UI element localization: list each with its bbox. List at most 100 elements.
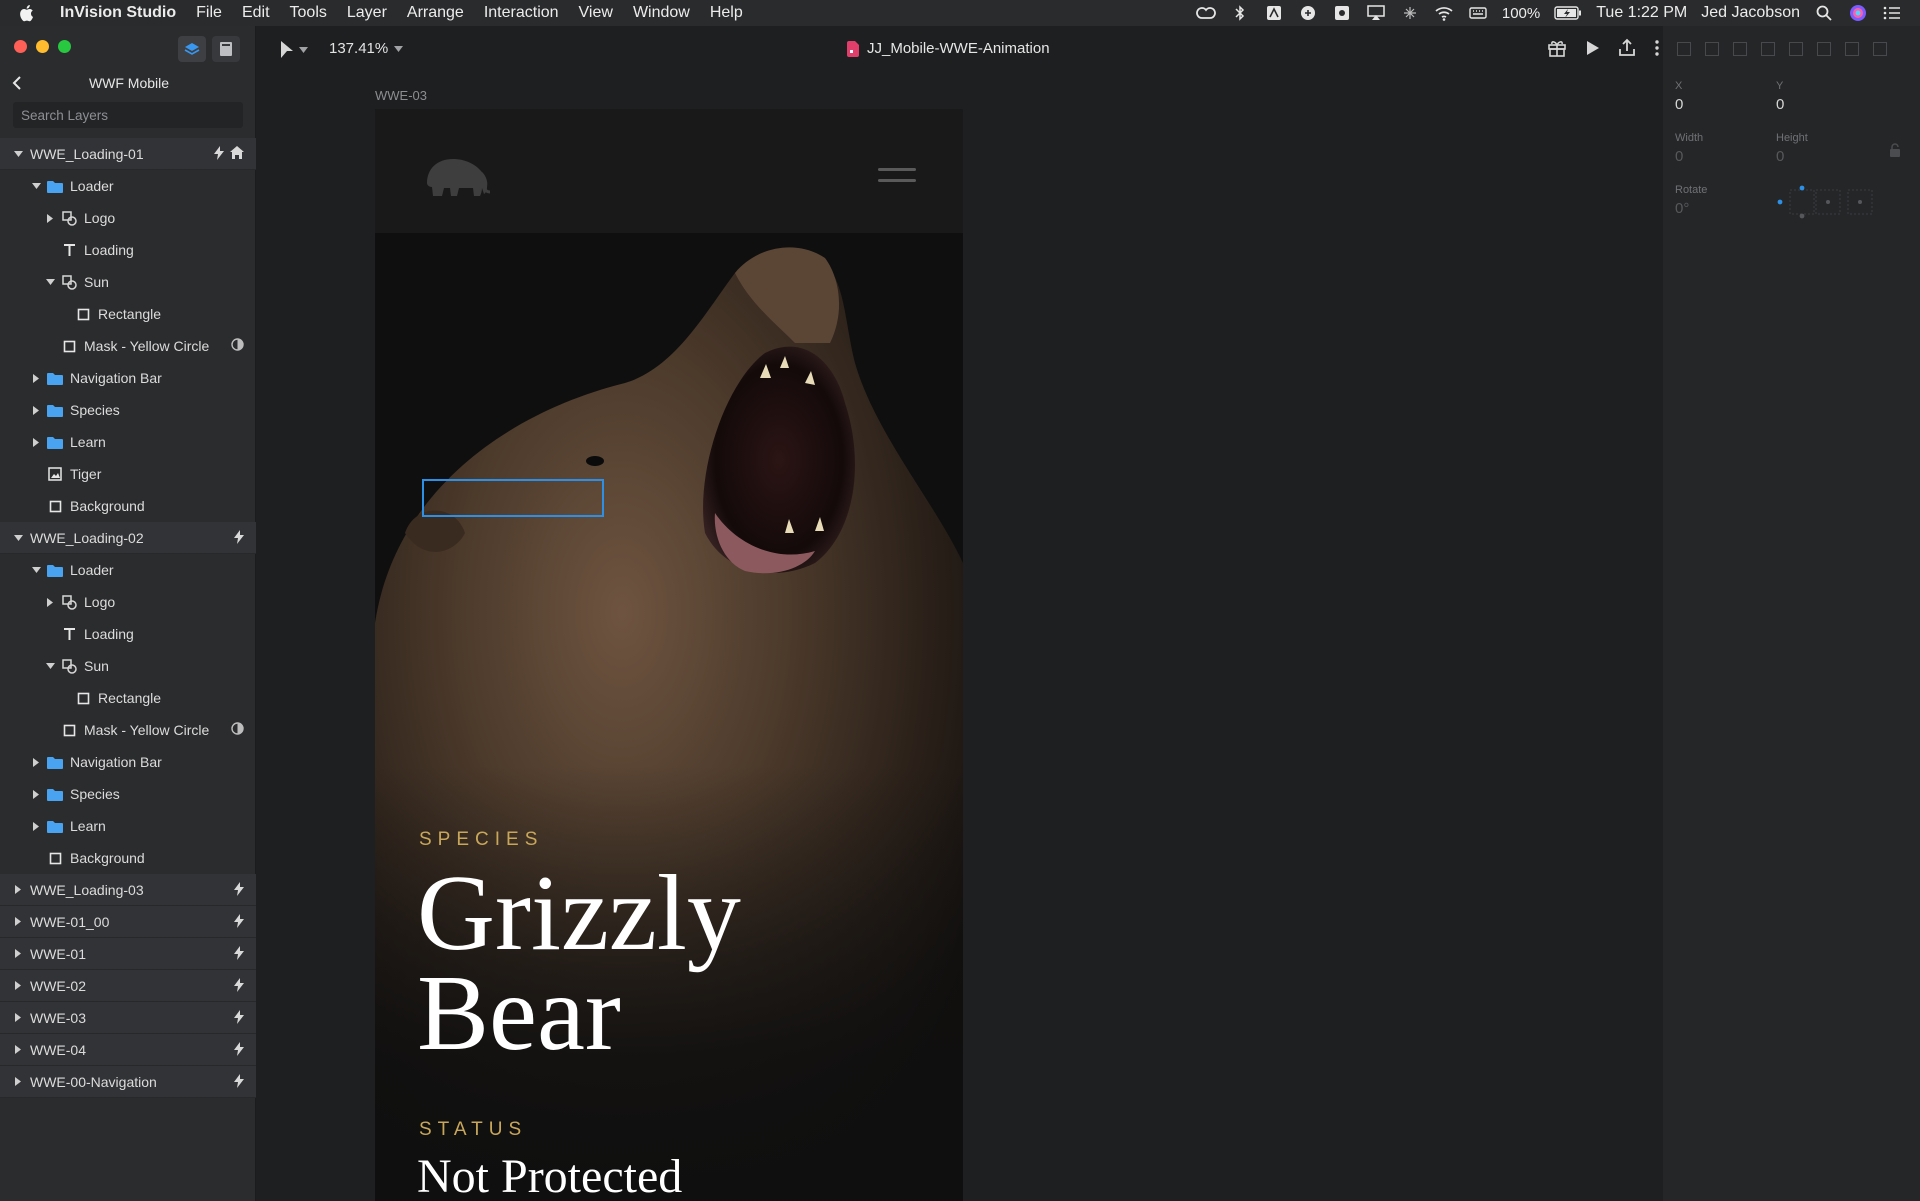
menu-app-name[interactable]: InVision Studio xyxy=(48,4,186,22)
layer-row[interactable]: Logo xyxy=(0,202,256,234)
close-window-button[interactable] xyxy=(14,40,27,53)
battery-icon[interactable] xyxy=(1554,4,1582,22)
layer-row[interactable]: Loading xyxy=(0,618,256,650)
menu-view[interactable]: View xyxy=(569,4,623,22)
disclosure-expanded-icon[interactable] xyxy=(44,660,56,672)
disclosure-collapsed-icon[interactable] xyxy=(12,948,24,960)
align-left-icon[interactable] xyxy=(1677,42,1691,56)
distribute-horizontal-icon[interactable] xyxy=(1845,42,1859,56)
height-field[interactable]: 0 xyxy=(1776,148,1784,165)
minimize-window-button[interactable] xyxy=(36,40,49,53)
hamburger-menu-icon[interactable] xyxy=(878,166,916,186)
design-canvas[interactable]: WWE-03 SPECIES Grizzly Bear STATUS Not P… xyxy=(257,74,1663,1201)
disclosure-expanded-icon[interactable] xyxy=(44,276,56,288)
disclosure-expanded-icon[interactable] xyxy=(30,180,42,192)
menu-layer[interactable]: Layer xyxy=(337,4,397,22)
align-center-icon[interactable] xyxy=(1705,42,1719,56)
menu-window[interactable]: Window xyxy=(623,4,700,22)
share-upload-icon[interactable] xyxy=(1617,38,1637,58)
disclosure-collapsed-icon[interactable] xyxy=(12,884,24,896)
elephant-logo-icon[interactable] xyxy=(421,153,493,197)
layers-tab[interactable] xyxy=(178,36,206,62)
layer-row[interactable]: Navigation Bar xyxy=(0,362,256,394)
siri-icon[interactable] xyxy=(1848,4,1868,22)
flip-controls-icon[interactable] xyxy=(1776,184,1880,220)
disclosure-collapsed-icon[interactable] xyxy=(44,596,56,608)
layer-row[interactable]: Sun xyxy=(0,650,256,682)
back-chevron-icon[interactable] xyxy=(12,76,32,90)
layer-row[interactable]: Logo xyxy=(0,586,256,618)
bluetooth-icon[interactable] xyxy=(1230,4,1250,22)
layer-row[interactable]: Navigation Bar xyxy=(0,746,256,778)
layer-row-artboard[interactable]: WWE-00-Navigation xyxy=(0,1066,256,1098)
wifi-icon[interactable] xyxy=(1434,4,1454,22)
menu-arrange[interactable]: Arrange xyxy=(397,4,474,22)
menu-interaction[interactable]: Interaction xyxy=(474,4,569,22)
layer-row[interactable]: Sun xyxy=(0,266,256,298)
layer-row[interactable]: Mask - Yellow Circle xyxy=(0,714,256,746)
zoom-level-dropdown[interactable]: 137.41% xyxy=(329,40,404,57)
layer-row[interactable]: Loader xyxy=(0,554,256,586)
disclosure-expanded-icon[interactable] xyxy=(30,564,42,576)
align-top-icon[interactable] xyxy=(1761,42,1775,56)
home-screen-icon[interactable] xyxy=(230,146,244,163)
acrobat-icon[interactable] xyxy=(1264,4,1284,22)
menu-edit[interactable]: Edit xyxy=(232,4,280,22)
species-name[interactable]: Grizzly Bear xyxy=(417,860,741,1068)
creative-cloud-icon[interactable] xyxy=(1195,4,1216,22)
disclosure-collapsed-icon[interactable] xyxy=(12,916,24,928)
interaction-bolt-icon[interactable] xyxy=(234,530,244,547)
align-bottom-icon[interactable] xyxy=(1817,42,1831,56)
interaction-bolt-icon[interactable] xyxy=(234,914,244,931)
x-field[interactable]: 0 xyxy=(1675,96,1683,113)
layer-row-artboard[interactable]: WWE_Loading-02 xyxy=(0,522,256,554)
layer-row[interactable]: Loading xyxy=(0,234,256,266)
layer-row-artboard[interactable]: WWE-02 xyxy=(0,970,256,1002)
more-options-icon[interactable] xyxy=(1653,39,1661,57)
layer-row-artboard[interactable]: WWE_Loading-03 xyxy=(0,874,256,906)
spotlight-search-icon[interactable] xyxy=(1814,4,1834,22)
disclosure-collapsed-icon[interactable] xyxy=(12,1076,24,1088)
layer-row[interactable]: Rectangle xyxy=(0,682,256,714)
lock-aspect-icon[interactable] xyxy=(1889,142,1901,158)
status-value[interactable]: Not Protected xyxy=(417,1149,682,1201)
disclosure-expanded-icon[interactable] xyxy=(12,148,24,160)
layer-row[interactable]: Background xyxy=(0,490,256,522)
layer-row-artboard[interactable]: WWE-01_00 xyxy=(0,906,256,938)
layer-row[interactable]: Loader xyxy=(0,170,256,202)
disclosure-collapsed-icon[interactable] xyxy=(44,212,56,224)
rotate-field[interactable]: 0° xyxy=(1675,200,1689,217)
notification-center-icon[interactable] xyxy=(1882,4,1902,22)
app-tray-icon[interactable] xyxy=(1332,4,1352,22)
keyboard-icon[interactable] xyxy=(1468,4,1488,22)
layer-row[interactable]: Species xyxy=(0,778,256,810)
interaction-bolt-icon[interactable] xyxy=(234,978,244,995)
airplay-icon[interactable] xyxy=(1366,4,1386,22)
zoom-window-button[interactable] xyxy=(58,40,71,53)
width-field[interactable]: 0 xyxy=(1675,148,1683,165)
layer-row[interactable]: Learn xyxy=(0,426,256,458)
play-preview-icon[interactable] xyxy=(1583,39,1601,57)
layer-row-artboard[interactable]: WWE-03 xyxy=(0,1002,256,1034)
menu-tools[interactable]: Tools xyxy=(280,4,337,22)
gift-icon[interactable] xyxy=(1547,38,1567,58)
disclosure-collapsed-icon[interactable] xyxy=(30,756,42,768)
layer-row-artboard[interactable]: WWE_Loading-01 xyxy=(0,138,256,170)
extension-icon[interactable] xyxy=(1400,4,1420,22)
artboard-wwe-03[interactable]: SPECIES Grizzly Bear STATUS Not Protecte… xyxy=(375,109,963,1201)
distribute-vertical-icon[interactable] xyxy=(1873,42,1887,56)
species-label[interactable]: SPECIES xyxy=(419,829,543,851)
sync-icon[interactable] xyxy=(1298,4,1318,22)
selection-box[interactable] xyxy=(422,479,604,517)
search-layers-input[interactable]: Search Layers xyxy=(13,102,243,128)
disclosure-expanded-icon[interactable] xyxy=(12,532,24,544)
layer-row[interactable]: Mask - Yellow Circle xyxy=(0,330,256,362)
y-field[interactable]: 0 xyxy=(1776,96,1784,113)
disclosure-collapsed-icon[interactable] xyxy=(12,1044,24,1056)
disclosure-collapsed-icon[interactable] xyxy=(12,980,24,992)
layer-row[interactable]: Species xyxy=(0,394,256,426)
interaction-bolt-icon[interactable] xyxy=(214,146,224,163)
layer-row[interactable]: Learn xyxy=(0,810,256,842)
menu-help[interactable]: Help xyxy=(700,4,753,22)
interaction-bolt-icon[interactable] xyxy=(234,1010,244,1027)
